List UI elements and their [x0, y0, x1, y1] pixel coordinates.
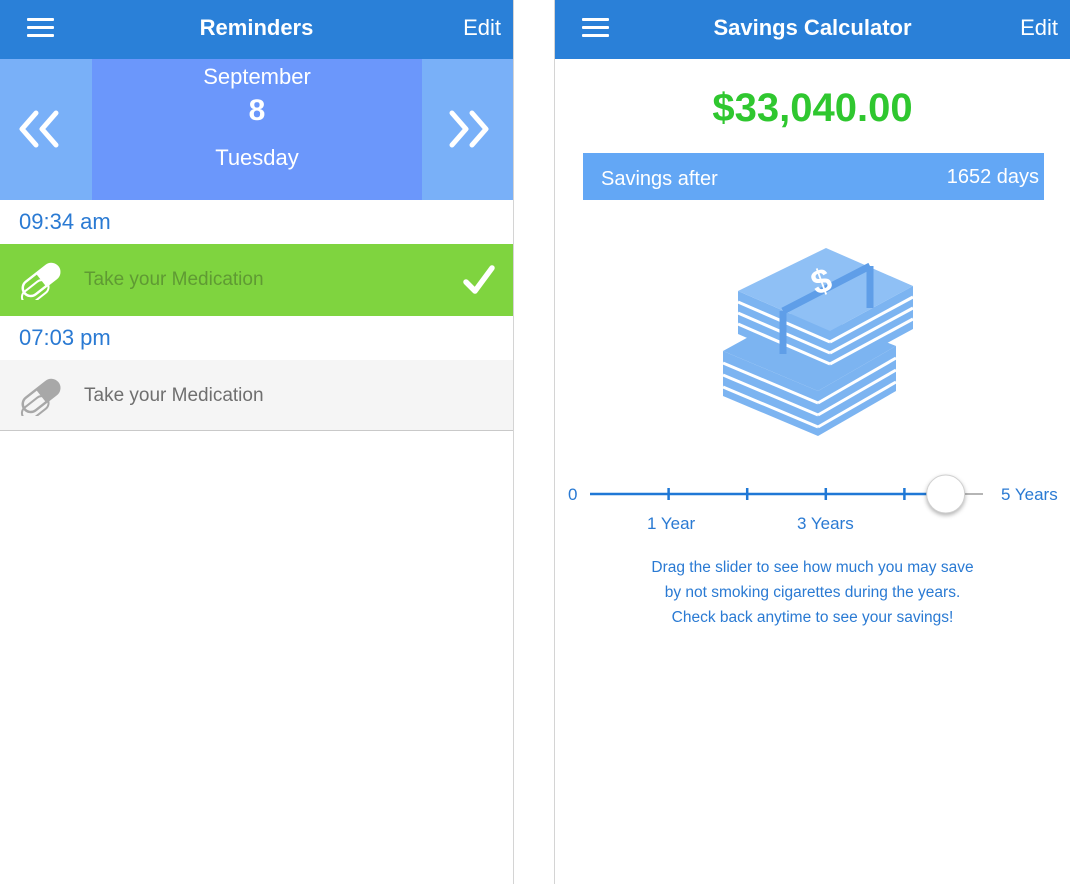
date-weekday: Tuesday [215, 145, 299, 170]
next-day-icon[interactable] [446, 109, 492, 149]
reminder-row-taken[interactable]: Take your Medication [0, 244, 513, 316]
slider-max-label: 5 Years [1001, 485, 1058, 504]
pill-icon [20, 378, 61, 416]
help-line: by not smoking cigarettes during the yea… [664, 584, 961, 601]
savings-label: Savings after [601, 168, 718, 190]
reminder-time: 07:03 pm [19, 325, 111, 350]
tick-label-3-years: 3 Years [797, 514, 854, 533]
help-line: Check back anytime to see your savings! [671, 609, 954, 626]
slider-thumb[interactable] [926, 474, 966, 514]
savings-period-bar: Savings after 1652 days [583, 153, 1044, 200]
money-stack-icon: $ [722, 248, 914, 436]
reminder-row-pending[interactable]: Take your Medication [0, 360, 513, 431]
help-line: Drag the slider to see how much you may … [651, 559, 974, 576]
savings-navbar: Savings Calculator Edit [555, 0, 1070, 59]
page-title: Reminders [199, 15, 314, 40]
reminder-label: Take your Medication [84, 385, 264, 406]
current-date: September 8 Tuesday [92, 59, 422, 200]
savings-screen: Savings Calculator Edit $33,040.00 Savin… [554, 0, 1070, 884]
pill-icon [20, 262, 61, 300]
page-title: Savings Calculator [713, 15, 912, 40]
date-day: 8 [248, 94, 266, 127]
savings-amount: $33,040.00 [712, 86, 913, 130]
date-month: September [203, 64, 311, 89]
reminders-screen: Reminders Edit September 8 Tuesday 09:34… [0, 0, 514, 884]
years-slider[interactable]: 0 5 Years 1 Year 3 Years [555, 470, 1070, 533]
checkmark-icon[interactable] [462, 264, 496, 296]
edit-button[interactable]: Edit [1020, 15, 1058, 41]
reminder-time: 09:34 am [19, 209, 111, 234]
savings-days: 1652 days [946, 166, 1039, 188]
tick-label-1-year: 1 Year [647, 514, 696, 533]
date-selector: September 8 Tuesday [0, 59, 513, 200]
edit-button[interactable]: Edit [463, 15, 501, 41]
help-text: Drag the slider to see how much you may … [555, 555, 1070, 630]
reminders-navbar: Reminders Edit [0, 0, 513, 59]
previous-day-icon[interactable] [16, 109, 62, 149]
reminder-label: Take your Medication [84, 269, 264, 290]
